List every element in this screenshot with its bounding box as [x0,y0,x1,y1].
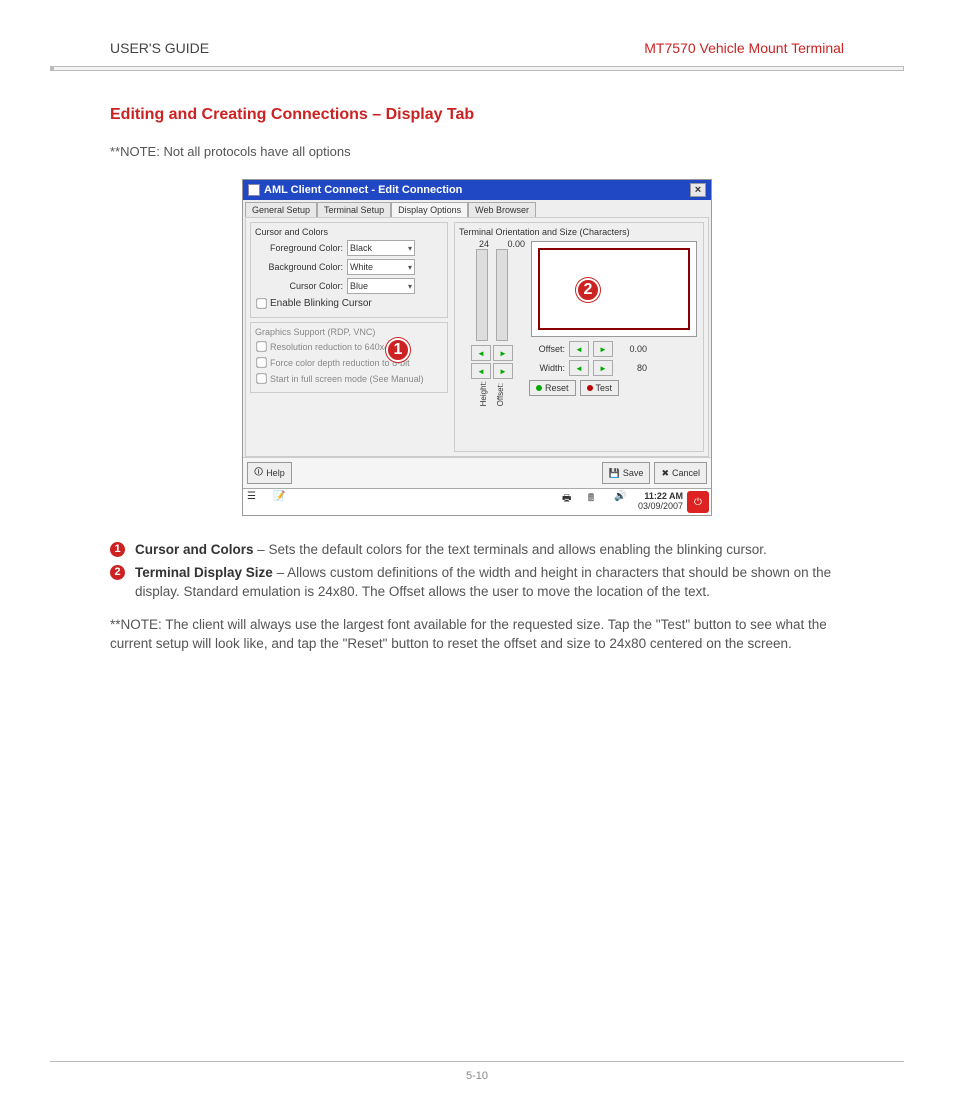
note-bottom: **NOTE: The client will always use the l… [110,616,844,654]
height-left-button[interactable]: ◄ [471,345,491,361]
label-width: Width: [529,363,565,373]
test-button[interactable]: Test [580,380,620,396]
checkbox-blink[interactable] [256,298,266,308]
group-orientation: Terminal Orientation and Size (Character… [454,222,704,452]
callout-1: 1 [386,338,410,362]
window-title: AML Client Connect - Edit Connection [264,184,462,196]
select-cursor[interactable]: Blue [347,278,415,294]
legend-body-2: Terminal Display Size – Allows custom de… [135,564,844,602]
offset-right-button-2[interactable]: ► [493,363,513,379]
tab-strip: General Setup Terminal Setup Display Opt… [243,200,711,217]
panel-body: Cursor and Colors Foreground Color: Blac… [245,217,709,457]
label-resolution: Resolution reduction to 640x480 [270,342,399,352]
save-button[interactable]: 💾 Save [602,462,651,484]
legend-num-2: 2 [110,565,125,580]
record-icon [587,385,593,391]
legend-body-1: Cursor and Colors – Sets the default col… [135,541,767,560]
callout-legend: 1 Cursor and Colors – Sets the default c… [110,541,844,602]
close-icon[interactable]: × [690,183,706,197]
cancel-button[interactable]: ✖ Cancel [654,462,707,484]
offset-left-button[interactable]: ◄ [569,341,589,357]
note-top: **NOTE: Not all protocols have all optio… [110,144,844,159]
group-title-orientation: Terminal Orientation and Size (Character… [459,227,699,237]
label-height-v: Height: [479,381,488,406]
printer-icon[interactable]: 🖶 [562,491,584,513]
label-cursor: Cursor Color: [255,281,347,291]
tab-display-options[interactable]: Display Options [391,202,468,217]
refresh-icon [536,385,542,391]
select-foreground[interactable]: Black [347,240,415,256]
start-icon[interactable]: ☰ [247,491,269,513]
page-header: USER'S GUIDE MT7570 Vehicle Mount Termin… [50,40,904,56]
slider-offset[interactable] [496,249,508,341]
tab-general-setup[interactable]: General Setup [245,202,317,217]
label-background: Background Color: [255,262,347,272]
notes-icon[interactable]: 📝 [273,491,295,513]
taskbar-clock: 11:22 AM 03/09/2007 [638,492,683,512]
select-background[interactable]: White [347,259,415,275]
calculator-icon[interactable]: 🖩 [588,491,610,513]
display-preview [531,241,697,337]
value-width: 80 [617,363,647,373]
label-blink: Enable Blinking Cursor [270,298,372,309]
group-title-graphics: Graphics Support (RDP, VNC) [255,327,443,337]
width-right-button[interactable]: ► [593,360,613,376]
taskbar: ☰ 📝 🖶 🖩 🔊 11:22 AM 03/09/2007 ⏻ [243,488,711,515]
label-foreground: Foreground Color: [255,243,347,253]
offset-left-button-2[interactable]: ◄ [471,363,491,379]
value-height-top: 24 [459,239,489,249]
offset-right-button[interactable]: ► [593,341,613,357]
page-number: 5-10 [466,1070,488,1082]
page-footer: 5-10 [50,1061,904,1082]
tab-terminal-setup[interactable]: Terminal Setup [317,202,391,217]
window-titlebar: AML Client Connect - Edit Connection × [243,180,711,200]
checkbox-fullscreen[interactable] [256,373,266,383]
label-fullscreen: Start in full screen mode (See Manual) [270,374,424,384]
checkbox-resolution[interactable] [256,341,266,351]
height-right-button[interactable]: ► [493,345,513,361]
dialog-footer: 🛈 Help 💾 Save ✖ Cancel [243,457,711,488]
embedded-screenshot: AML Client Connect - Edit Connection × G… [242,179,712,516]
help-button[interactable]: 🛈 Help [247,462,292,484]
callout-2: 2 [576,278,600,302]
section-title: Editing and Creating Connections – Displ… [110,106,844,124]
power-icon[interactable]: ⏻ [687,491,709,513]
preview-rect [538,248,690,330]
checkbox-colordepth[interactable] [256,357,266,367]
group-graphics-support: Graphics Support (RDP, VNC) Resolution r… [250,322,448,393]
app-icon [248,184,260,196]
label-offset-v: Offset: [496,381,505,406]
header-left: USER'S GUIDE [110,40,209,56]
tab-web-browser[interactable]: Web Browser [468,202,536,217]
group-title-cursor: Cursor and Colors [255,227,443,237]
legend-num-1: 1 [110,542,125,557]
width-left-button[interactable]: ◄ [569,360,589,376]
value-offset-h: 0.00 [617,344,647,354]
label-offset-h: Offset: [529,344,565,354]
reset-button[interactable]: Reset [529,380,576,396]
header-right: MT7570 Vehicle Mount Terminal [644,40,844,56]
slider-height[interactable] [476,249,488,341]
label-colordepth: Force color depth reduction to 8-bit [270,358,410,368]
volume-icon[interactable]: 🔊 [614,491,636,513]
value-offset-top: 0.00 [495,239,525,249]
group-cursor-colors: Cursor and Colors Foreground Color: Blac… [250,222,448,318]
